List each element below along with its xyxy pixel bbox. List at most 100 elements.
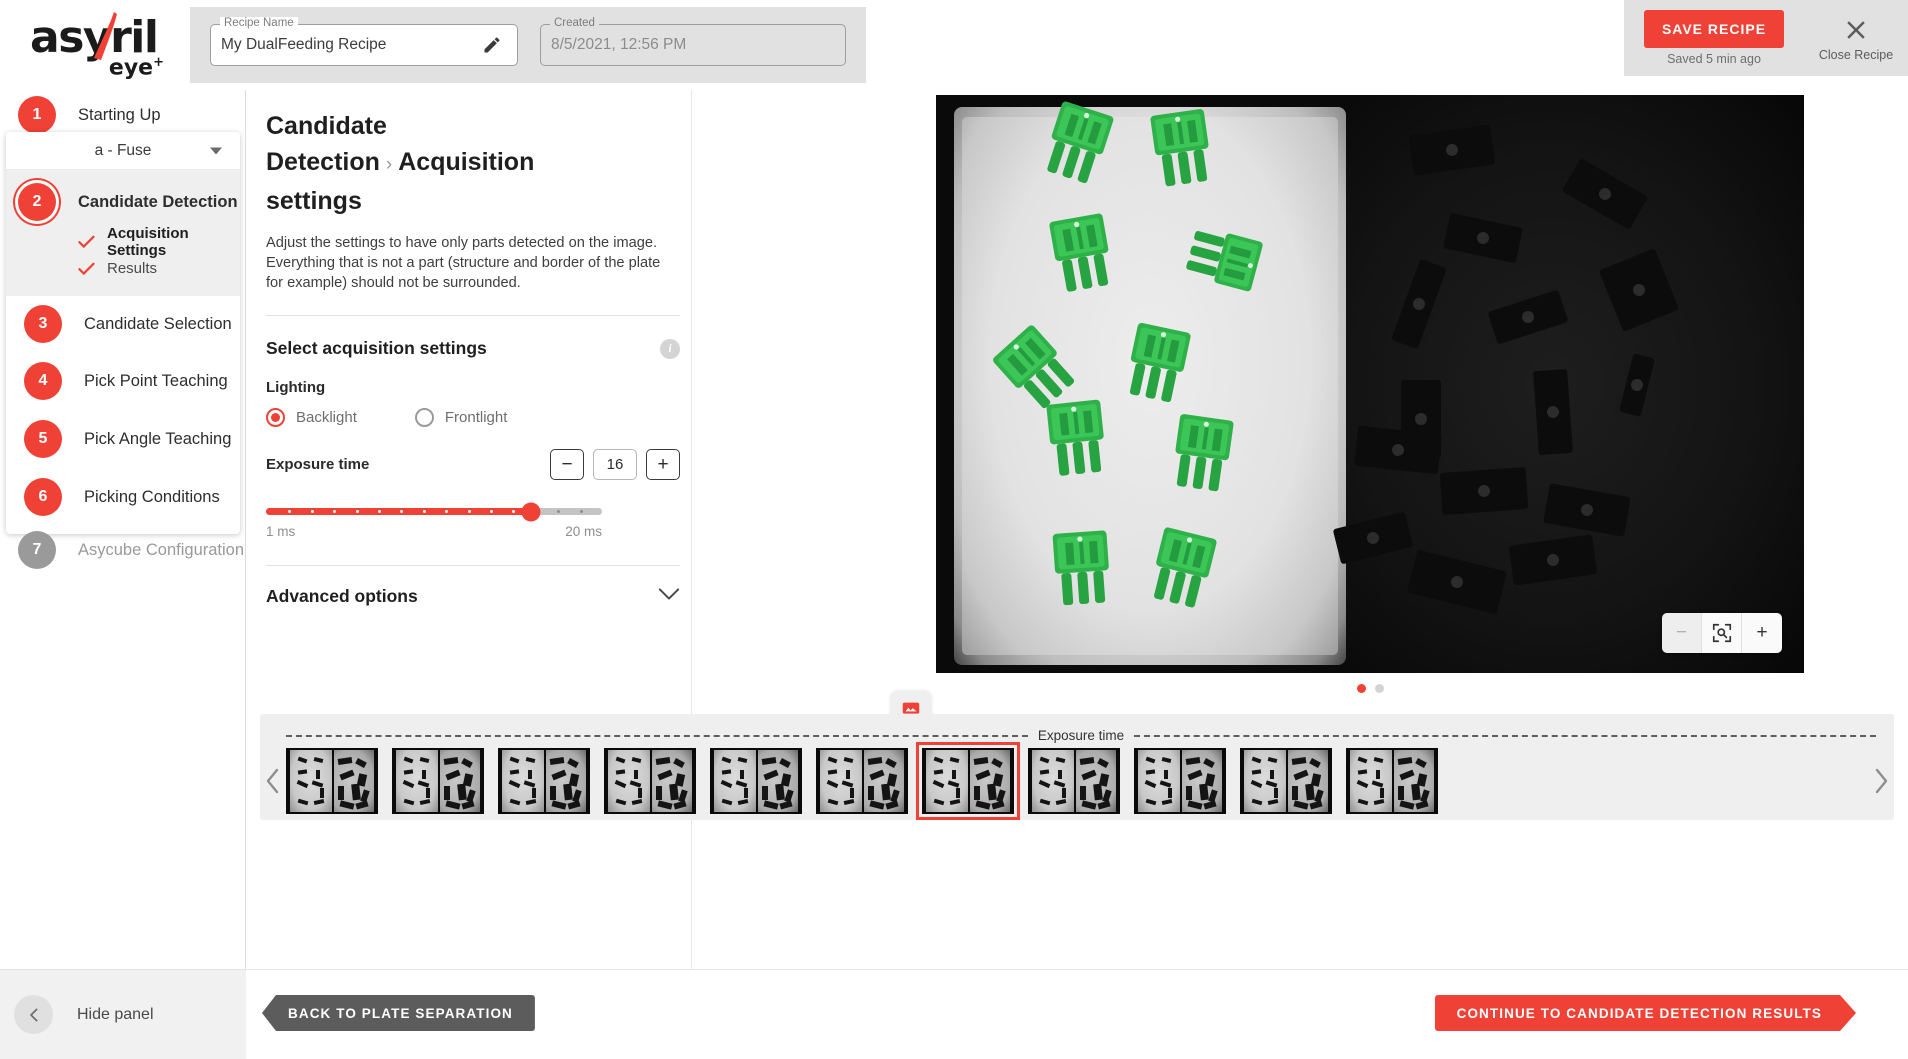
- close-recipe-button[interactable]: Close Recipe: [1804, 0, 1908, 76]
- thumb-plate-left: [1244, 750, 1286, 812]
- recipe-name-value: My DualFeeding Recipe: [221, 36, 386, 54]
- filmstrip-items: [286, 748, 1868, 814]
- radio-frontlight-label: Frontlight: [445, 409, 508, 426]
- hide-panel-button[interactable]: Hide panel: [0, 969, 246, 1059]
- detected-part: [1146, 106, 1219, 194]
- filmstrip-thumbnail[interactable]: [498, 748, 590, 814]
- part-hole: [1580, 503, 1594, 517]
- exposure-increment-button[interactable]: +: [646, 449, 680, 480]
- filmstrip-thumbnail[interactable]: [816, 748, 908, 814]
- pagination-dot-1[interactable]: [1357, 684, 1366, 693]
- sidebar-step-picking-conditions[interactable]: 6 Picking Conditions: [6, 468, 240, 526]
- continue-button[interactable]: CONTINUE TO CANDIDATE DETECTION RESULTS: [1435, 995, 1856, 1031]
- filmstrip-thumbnail[interactable]: [922, 748, 1014, 814]
- filmstrip-thumbnail[interactable]: [286, 748, 378, 814]
- breadcrumb-separator-icon: ›: [380, 154, 398, 175]
- acquisition-section-header: Select acquisition settings i: [266, 338, 680, 359]
- divider: [266, 565, 680, 566]
- edit-recipe-name-icon[interactable]: [465, 25, 517, 65]
- advanced-options-toggle[interactable]: Advanced options: [266, 586, 680, 607]
- filmstrip-thumbnail[interactable]: [392, 748, 484, 814]
- part-hole: [1415, 413, 1427, 425]
- image-viewer[interactable]: − +: [936, 95, 1804, 673]
- sidebar-step-label-7: Asycube Configuration: [78, 541, 244, 560]
- legend-dash-right: [1134, 735, 1876, 737]
- save-recipe-button[interactable]: SAVE RECIPE: [1644, 10, 1784, 48]
- sidebar-step-candidate-selection[interactable]: 3 Candidate Selection: [6, 296, 240, 352]
- zoom-out-button[interactable]: −: [1662, 613, 1702, 653]
- filmstrip-thumbnail[interactable]: [1346, 748, 1438, 814]
- sidebar-step-pick-angle-teaching[interactable]: 5 Pick Angle Teaching: [6, 410, 240, 468]
- slider-tick: [445, 510, 448, 513]
- sidebar-step-candidate-detection[interactable]: 2 Candidate Detection: [6, 176, 240, 228]
- recipe-name-legend: Recipe Name: [220, 17, 298, 29]
- radio-frontlight[interactable]: Frontlight: [415, 408, 508, 427]
- slider-track[interactable]: [266, 508, 602, 515]
- filmstrip-thumbnail[interactable]: [1134, 748, 1226, 814]
- filmstrip-next-button[interactable]: [1868, 758, 1894, 804]
- slider-tick: [333, 510, 336, 513]
- thumb-part: [974, 786, 980, 800]
- filmstrip: Exposure time: [260, 714, 1894, 820]
- part-selector-dropdown[interactable]: a - Fuse: [6, 132, 240, 170]
- detected-part: [1042, 397, 1112, 483]
- filmstrip-thumbnail[interactable]: [710, 748, 802, 814]
- active-step-card: a - Fuse 2 Candidate Detection Acquisiti…: [6, 132, 240, 534]
- slider-min-label: 1 ms: [266, 524, 295, 539]
- exposure-decrement-button[interactable]: −: [550, 449, 584, 480]
- slider-knob[interactable]: [522, 502, 541, 521]
- filmstrip-thumbnail[interactable]: [604, 748, 696, 814]
- pagination-dot-2[interactable]: [1375, 684, 1384, 693]
- sidebar-step-label-2: Candidate Detection: [78, 193, 238, 212]
- thumb-part: [422, 770, 426, 779]
- part-hole: [1391, 443, 1404, 456]
- thumb-part: [426, 788, 430, 798]
- back-button[interactable]: BACK TO PLATE SEPARATION: [262, 995, 535, 1031]
- zoom-fit-button[interactable]: [1702, 613, 1742, 653]
- thumb-part: [532, 788, 536, 798]
- page-description: Adjust the settings to have only parts d…: [266, 233, 667, 293]
- thumb-part: [1058, 770, 1062, 779]
- thumb-plate-left: [820, 750, 862, 812]
- filmstrip-legend: Exposure time: [286, 729, 1876, 742]
- exposure-value-input[interactable]: 16: [593, 449, 637, 480]
- dark-part: [1440, 467, 1529, 515]
- legend-dash-left: [286, 735, 1028, 737]
- thumb-part: [1380, 788, 1384, 798]
- lighting-label: Lighting: [266, 379, 667, 396]
- thumb-part: [868, 786, 874, 800]
- radio-backlight[interactable]: Backlight: [266, 408, 357, 427]
- settings-column: Candidate Detection›Acquisition settings…: [246, 90, 691, 969]
- exposure-slider[interactable]: [266, 508, 602, 515]
- recipe-name-field[interactable]: Recipe Name My DualFeeding Recipe: [210, 24, 518, 66]
- main-content: Candidate Detection›Acquisition settings…: [246, 90, 1908, 969]
- close-icon: [1841, 15, 1871, 45]
- info-icon[interactable]: i: [660, 339, 680, 359]
- sidebar-substep-acquisition-settings[interactable]: Acquisition Settings: [6, 228, 240, 255]
- sidebar-step-pick-point-teaching[interactable]: 4 Pick Point Teaching: [6, 352, 240, 410]
- filmstrip-thumbnail[interactable]: [1028, 748, 1120, 814]
- breadcrumb-parent[interactable]: Candidate Detection: [266, 112, 387, 176]
- sidebar-substep-results[interactable]: Results: [6, 255, 240, 282]
- check-icon: [78, 262, 95, 276]
- thumb-part: [550, 786, 556, 800]
- thumb-part: [338, 786, 344, 800]
- thumb-part: [1270, 770, 1274, 779]
- step-badge-3: 3: [24, 305, 62, 343]
- active-step-body: 2 Candidate Detection Acquisition Settin…: [6, 170, 240, 296]
- thumb-part: [1186, 786, 1192, 800]
- exposure-stepper: − 16 +: [550, 449, 680, 480]
- check-icon: [78, 235, 95, 249]
- created-value: 8/5/2021, 12:56 PM: [551, 36, 686, 54]
- chevron-down-icon: [210, 147, 222, 154]
- thumb-plate-left: [1032, 750, 1074, 812]
- zoom-in-button[interactable]: +: [1742, 613, 1782, 653]
- radio-backlight-label: Backlight: [296, 409, 357, 426]
- filmstrip-thumbnail[interactable]: [1240, 748, 1332, 814]
- filmstrip-prev-button[interactable]: [260, 758, 286, 804]
- slider-tick: [356, 510, 359, 513]
- thumb-part: [1292, 786, 1298, 800]
- header-fields: Recipe Name My DualFeeding Recipe Create…: [190, 7, 866, 83]
- chevron-down-icon: [658, 587, 680, 606]
- thumb-part: [1411, 784, 1421, 801]
